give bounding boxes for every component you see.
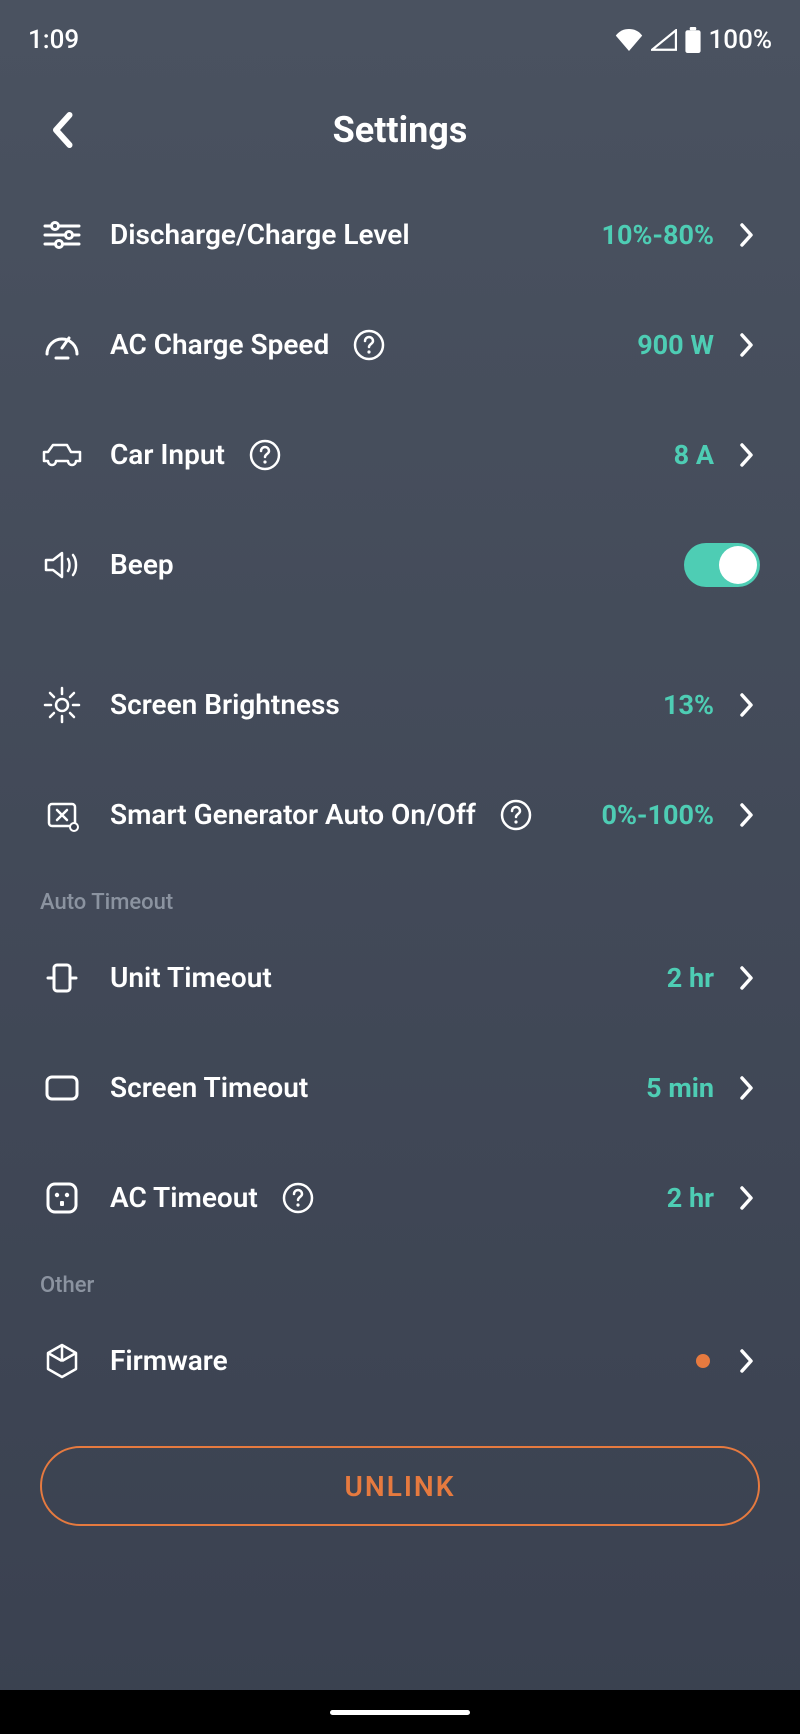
row-label: Firmware: [110, 1343, 228, 1379]
unlink-button[interactable]: UNLINK: [40, 1446, 760, 1526]
chevron-right-icon: [734, 1348, 760, 1374]
status-time: 1:09: [28, 25, 79, 55]
row-value: 10%-80%: [601, 219, 714, 251]
row-label: Car Input: [110, 437, 225, 473]
row-value: 0%-100%: [601, 799, 714, 831]
beep-toggle[interactable]: [684, 543, 760, 587]
row-label: AC Charge Speed: [110, 327, 329, 363]
help-button[interactable]: [280, 1180, 316, 1216]
chevron-right-icon: [734, 802, 760, 828]
chevron-right-icon: [734, 692, 760, 718]
generator-icon: [40, 793, 84, 837]
cell-signal-icon: [651, 29, 677, 51]
battery-icon: [685, 27, 701, 53]
row-screen-timeout[interactable]: Screen Timeout 5 min: [40, 1033, 760, 1143]
header: Settings: [0, 80, 800, 180]
chevron-right-icon: [734, 332, 760, 358]
help-icon: [353, 329, 385, 361]
unit-icon: [40, 956, 84, 1000]
speaker-icon: [40, 543, 84, 587]
row-discharge-level[interactable]: Discharge/Charge Level 10%-80%: [40, 180, 760, 290]
chevron-right-icon: [734, 1185, 760, 1211]
row-label: Discharge/Charge Level: [110, 217, 410, 253]
row-label: Smart Generator Auto On/Off: [110, 797, 476, 833]
help-icon: [282, 1182, 314, 1214]
settings-list: Discharge/Charge Level 10%-80% AC Charge…: [0, 180, 800, 1416]
help-button[interactable]: [247, 437, 283, 473]
nav-pill[interactable]: [330, 1710, 470, 1715]
help-icon: [249, 439, 281, 471]
row-label: Beep: [110, 547, 174, 583]
row-screen-brightness[interactable]: Screen Brightness 13%: [40, 650, 760, 760]
update-dot-indicator: [696, 1354, 710, 1368]
cube-icon: [40, 1339, 84, 1383]
section-other: Other: [40, 1253, 760, 1306]
chevron-right-icon: [734, 965, 760, 991]
outlet-icon: [40, 1176, 84, 1220]
nav-bar: [0, 1690, 800, 1734]
gauge-icon: [40, 323, 84, 367]
row-value: 13%: [663, 689, 714, 721]
row-value: 8 A: [674, 439, 714, 471]
car-icon: [40, 433, 84, 477]
status-bar: 1:09 100%: [0, 0, 800, 60]
help-button[interactable]: [498, 797, 534, 833]
unlink-label: UNLINK: [345, 1470, 456, 1503]
row-car-input[interactable]: Car Input 8 A: [40, 400, 760, 510]
back-button[interactable]: [42, 110, 82, 150]
row-label: Screen Brightness: [110, 687, 340, 723]
row-label: Unit Timeout: [110, 960, 272, 996]
row-unit-timeout[interactable]: Unit Timeout 2 hr: [40, 923, 760, 1033]
status-right: 100%: [615, 25, 772, 55]
status-battery: 100%: [709, 25, 772, 55]
row-smart-generator[interactable]: Smart Generator Auto On/Off 0%-100%: [40, 760, 760, 870]
chevron-right-icon: [734, 442, 760, 468]
row-label: AC Timeout: [110, 1180, 258, 1216]
row-label: Screen Timeout: [110, 1070, 308, 1106]
row-beep: Beep: [40, 510, 760, 620]
chevron-right-icon: [734, 222, 760, 248]
toggle-knob: [719, 546, 757, 584]
wifi-icon: [615, 29, 643, 51]
row-value: 5 min: [646, 1072, 714, 1104]
row-value: 2 hr: [667, 962, 714, 994]
chevron-left-icon: [51, 112, 73, 148]
page-title: Settings: [333, 109, 468, 151]
brightness-icon: [40, 683, 84, 727]
help-icon: [500, 799, 532, 831]
screen-icon: [40, 1066, 84, 1110]
help-button[interactable]: [351, 327, 387, 363]
row-firmware[interactable]: Firmware: [40, 1306, 760, 1416]
chevron-right-icon: [734, 1075, 760, 1101]
sliders-icon: [40, 213, 84, 257]
row-ac-charge-speed[interactable]: AC Charge Speed 900 W: [40, 290, 760, 400]
section-auto-timeout: Auto Timeout: [40, 870, 760, 923]
row-ac-timeout[interactable]: AC Timeout 2 hr: [40, 1143, 760, 1253]
row-value: 900 W: [637, 329, 714, 361]
row-value: 2 hr: [667, 1182, 714, 1214]
